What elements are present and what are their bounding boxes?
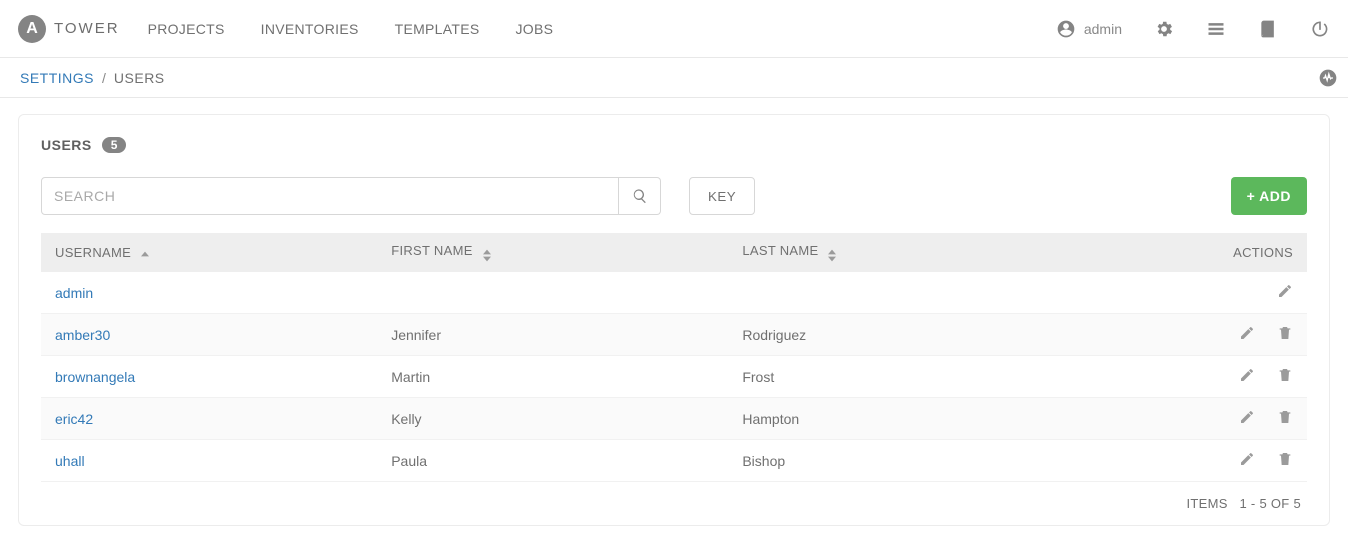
edit-button[interactable] [1239, 367, 1255, 386]
edit-button[interactable] [1239, 325, 1255, 344]
delete-button[interactable] [1277, 409, 1293, 428]
delete-button[interactable] [1277, 451, 1293, 470]
table-header-row: USERNAME FIRST NAME LAST NAME [41, 233, 1307, 272]
cell-last-name: Hampton [728, 398, 1064, 440]
col-last-name[interactable]: LAST NAME [728, 233, 1064, 272]
breadcrumb-sep: / [102, 70, 106, 86]
main-nav: PROJECTS INVENTORIES TEMPLATES JOBS [148, 21, 554, 37]
cell-first-name: Kelly [377, 398, 728, 440]
row-actions [1079, 283, 1293, 302]
sort-icon [483, 249, 491, 262]
panel-header: USERS 5 [41, 137, 1307, 153]
cell-last-name [728, 272, 1064, 314]
search-group [41, 177, 661, 215]
pager: ITEMS 1 - 5 OF 5 [41, 482, 1307, 511]
edit-button[interactable] [1277, 283, 1293, 302]
bars-icon [1206, 19, 1226, 39]
user-icon [1056, 19, 1076, 39]
nav-jobs[interactable]: JOBS [516, 21, 554, 37]
activity-stream-button[interactable] [1318, 68, 1338, 88]
topbar: A TOWER PROJECTS INVENTORIES TEMPLATES J… [0, 0, 1348, 58]
cell-last-name: Bishop [728, 440, 1064, 482]
panel-title: USERS [41, 137, 92, 153]
delete-button[interactable] [1277, 367, 1293, 386]
portal-button[interactable] [1206, 19, 1226, 39]
col-actions: ACTIONS [1065, 233, 1307, 272]
username-link[interactable]: amber30 [55, 327, 110, 343]
cell-first-name: Martin [377, 356, 728, 398]
pager-range: 1 - 5 OF 5 [1239, 496, 1301, 511]
breadcrumb-current: USERS [114, 70, 165, 86]
user-name: admin [1084, 21, 1122, 37]
docs-button[interactable] [1258, 19, 1278, 39]
search-input[interactable] [41, 177, 619, 215]
row-actions [1079, 367, 1293, 386]
row-actions [1079, 409, 1293, 428]
user-menu[interactable]: admin [1056, 19, 1122, 39]
list-toolbar: KEY + ADD [41, 177, 1307, 215]
logout-button[interactable] [1310, 19, 1330, 39]
row-actions [1079, 325, 1293, 344]
panel-count-badge: 5 [102, 137, 127, 153]
delete-button[interactable] [1277, 325, 1293, 344]
cell-first-name: Jennifer [377, 314, 728, 356]
topbar-right: admin [1056, 19, 1330, 39]
users-table: USERNAME FIRST NAME LAST NAME [41, 233, 1307, 482]
sort-icon [828, 249, 836, 262]
users-panel: USERS 5 KEY + ADD USERNAME FIRST NAME [18, 114, 1330, 526]
col-first-name[interactable]: FIRST NAME [377, 233, 728, 272]
add-button[interactable]: + ADD [1231, 177, 1307, 215]
username-link[interactable]: brownangela [55, 369, 135, 385]
key-button[interactable]: KEY [689, 177, 755, 215]
username-link[interactable]: uhall [55, 453, 85, 469]
table-row: brownangela MartinFrost [41, 356, 1307, 398]
cell-first-name [377, 272, 728, 314]
power-icon [1310, 19, 1330, 39]
table-row: eric42 KellyHampton [41, 398, 1307, 440]
search-button[interactable] [619, 177, 661, 215]
cell-last-name: Frost [728, 356, 1064, 398]
row-actions [1079, 451, 1293, 470]
edit-button[interactable] [1239, 409, 1255, 428]
settings-button[interactable] [1154, 19, 1174, 39]
brand-logo-icon: A [18, 15, 46, 43]
table-row: admin [41, 272, 1307, 314]
search-icon [632, 188, 648, 204]
book-icon [1258, 19, 1278, 39]
pager-label: ITEMS [1186, 496, 1227, 511]
sort-asc-icon [141, 251, 149, 257]
col-username[interactable]: USERNAME [41, 233, 377, 272]
nav-templates[interactable]: TEMPLATES [395, 21, 480, 37]
brand[interactable]: A TOWER [18, 15, 120, 43]
username-link[interactable]: admin [55, 285, 93, 301]
username-link[interactable]: eric42 [55, 411, 93, 427]
brand-name: TOWER [54, 20, 120, 37]
cell-first-name: Paula [377, 440, 728, 482]
cell-last-name: Rodriguez [728, 314, 1064, 356]
breadcrumb-bar: SETTINGS / USERS [0, 58, 1348, 98]
nav-inventories[interactable]: INVENTORIES [261, 21, 359, 37]
breadcrumb-parent[interactable]: SETTINGS [20, 70, 94, 86]
edit-button[interactable] [1239, 451, 1255, 470]
table-row: amber30 JenniferRodriguez [41, 314, 1307, 356]
nav-projects[interactable]: PROJECTS [148, 21, 225, 37]
table-row: uhall PaulaBishop [41, 440, 1307, 482]
gear-icon [1154, 19, 1174, 39]
